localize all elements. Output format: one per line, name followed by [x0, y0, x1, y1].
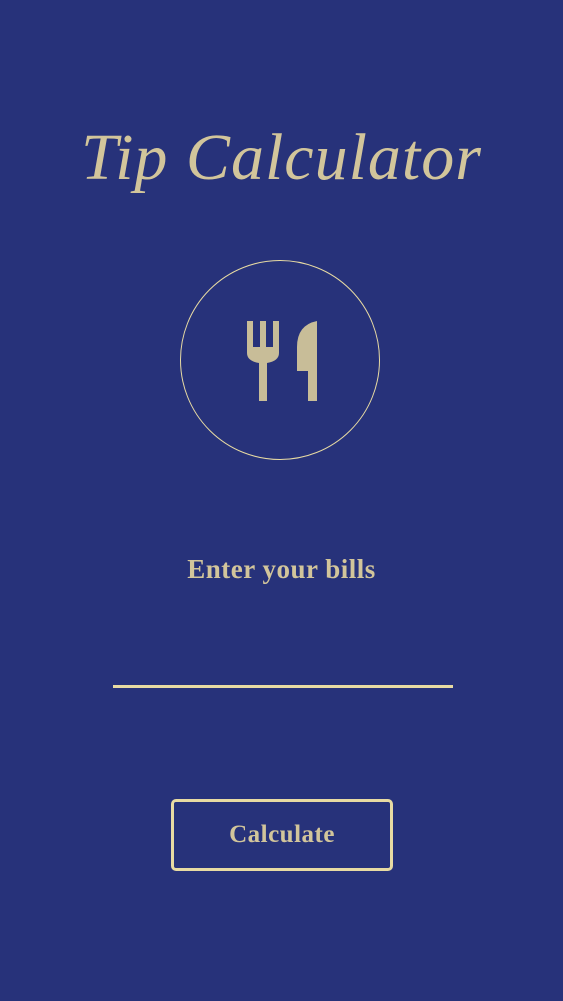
bill-prompt-label: Enter your bills [187, 554, 376, 584]
bill-amount-input[interactable] [113, 640, 453, 688]
fork-knife-icon [247, 321, 317, 401]
app-title: Tip Calculator [81, 121, 482, 194]
logo-circle [180, 260, 380, 460]
tip-calculator-screen: Tip Calculator Enter your bills Calculat… [0, 0, 563, 1001]
calculate-button[interactable]: Calculate [171, 799, 393, 871]
